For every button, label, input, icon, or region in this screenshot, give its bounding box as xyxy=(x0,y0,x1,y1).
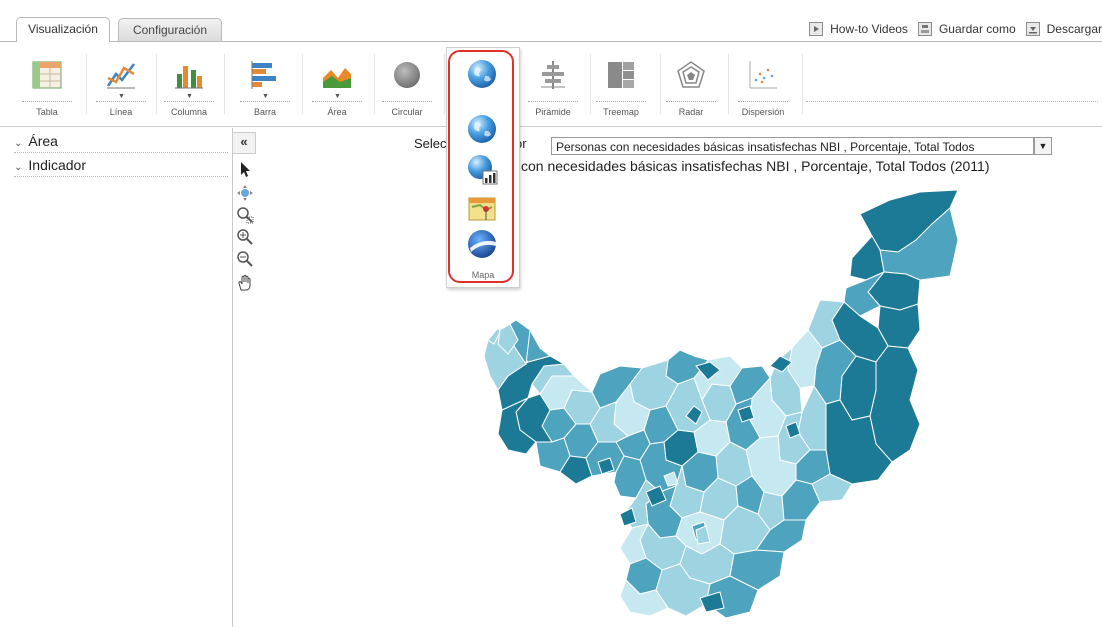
columna-label: Columna xyxy=(170,107,208,117)
circular-button[interactable]: Circular xyxy=(378,52,436,125)
collapse-sidebar-button[interactable]: « xyxy=(232,132,256,154)
piramide-button[interactable]: Pirámide xyxy=(524,52,582,125)
guardar-como-label: Guardar como xyxy=(938,22,1016,36)
choropleth-map xyxy=(483,189,959,619)
column-chart-icon xyxy=(175,66,203,89)
chevron-down-icon: ⌄ xyxy=(14,162,23,173)
area-label: Área xyxy=(327,107,347,117)
how-to-videos-link[interactable]: How-to Videos xyxy=(809,22,908,36)
zoom-in-icon[interactable] xyxy=(236,228,254,246)
treemap-label: Treemap xyxy=(603,107,639,117)
pie-chart-icon xyxy=(394,62,420,88)
descargar-link[interactable]: Descargar xyxy=(1025,22,1102,36)
dispersion-label: Dispersión xyxy=(741,107,785,117)
tabla-label: Tabla xyxy=(36,107,58,117)
pan-target-icon[interactable] xyxy=(236,184,254,202)
chevron-down-icon: ⌄ xyxy=(14,138,23,149)
chevron-down-icon: ▼ xyxy=(186,93,193,100)
linea-button[interactable]: ▼ Línea xyxy=(92,52,150,125)
circular-label: Circular xyxy=(391,107,423,117)
chevron-down-icon: ▼ xyxy=(262,93,269,100)
chevron-down-icon: ▼ xyxy=(334,93,341,100)
highlight-annotation xyxy=(448,50,514,283)
sidebar-item-label: Área xyxy=(28,133,58,149)
pointer-icon[interactable] xyxy=(236,160,254,178)
barra-button[interactable]: ▼ Barra xyxy=(236,52,294,125)
bar-chart-icon xyxy=(251,61,276,89)
linea-label: Línea xyxy=(109,107,133,117)
top-links: How-to Videos Guardar como Descargar xyxy=(799,22,1102,36)
map-region xyxy=(869,345,921,463)
video-icon xyxy=(809,22,824,36)
sidebar-item-label: Indicador xyxy=(28,157,86,173)
download-icon xyxy=(1025,22,1040,36)
tab-visualizacion[interactable]: Visualización xyxy=(16,17,110,42)
descargar-label: Descargar xyxy=(1046,22,1102,36)
guardar-como-link[interactable]: Guardar como xyxy=(917,22,1016,36)
pyramid-chart-icon xyxy=(541,61,565,89)
top-bar: Visualización Configuración How-to Video… xyxy=(0,0,1102,42)
sidebar-item-area[interactable]: ⌄ Área xyxy=(14,130,228,153)
table-icon xyxy=(32,61,62,89)
radar-button[interactable]: Radar xyxy=(662,52,720,125)
area-button[interactable]: ▼ Área xyxy=(308,52,366,125)
zoom-box-icon[interactable] xyxy=(236,206,254,224)
scatter-chart-icon xyxy=(749,61,777,89)
chevron-down-icon[interactable]: ▼ xyxy=(1034,137,1052,155)
sidebar-item-indicador[interactable]: ⌄ Indicador xyxy=(14,154,228,177)
chart-type-toolbar: Tabla ▼ Línea ▼ Columna ▼ Barra ▼ Área C… xyxy=(0,42,1102,127)
treemap-button[interactable]: Treemap xyxy=(592,52,650,125)
columna-button[interactable]: ▼ Columna xyxy=(160,52,218,125)
chevron-down-icon: ▼ xyxy=(118,93,125,100)
piramide-label: Pirámide xyxy=(535,107,571,117)
sidebar: ⌄ Área ⌄ Indicador xyxy=(0,128,233,627)
tab-configuracion[interactable]: Configuración xyxy=(118,18,222,41)
dispersion-button[interactable]: Dispersión xyxy=(734,52,792,125)
treemap-icon xyxy=(608,62,634,88)
area-chart-icon xyxy=(323,68,351,88)
tabla-button[interactable]: Tabla xyxy=(18,52,76,125)
map-title: con necesidades básicas insatisfechas NB… xyxy=(521,158,990,174)
how-to-videos-label: How-to Videos xyxy=(830,22,908,36)
save-icon xyxy=(917,22,932,36)
barra-label: Barra xyxy=(253,107,276,117)
radar-label: Radar xyxy=(678,107,704,117)
line-chart-icon xyxy=(106,63,135,89)
zoom-out-icon[interactable] xyxy=(236,250,254,268)
radar-chart-icon xyxy=(677,61,705,88)
indicator-select[interactable]: Personas con necesidades básicas insatis… xyxy=(551,137,1034,155)
hand-icon[interactable] xyxy=(236,274,254,292)
